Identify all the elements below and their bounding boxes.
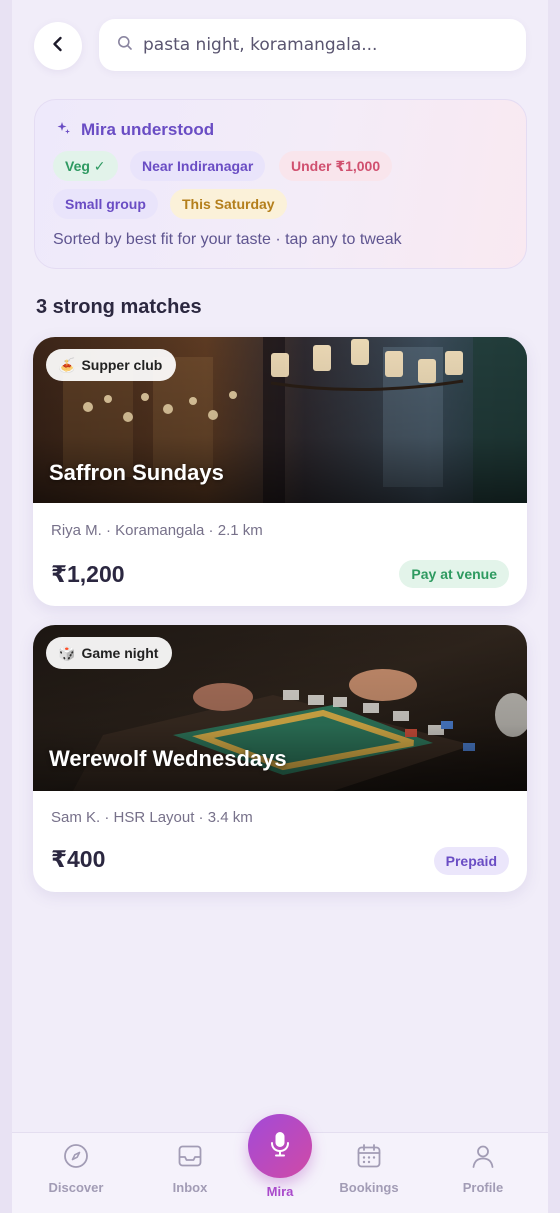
screen: pasta night, koramangala... Mira underst… (12, 0, 548, 1213)
compass-icon (63, 1143, 89, 1174)
chip-budget[interactable]: Under ₹1,000 (279, 151, 393, 181)
category-badge: 🎲 Game night (46, 637, 173, 669)
chip-location[interactable]: Near Indiranagar (130, 151, 266, 181)
nav-inbox[interactable]: Inbox (145, 1143, 235, 1195)
dice-icon: 🎲 (58, 644, 76, 661)
event-card[interactable]: 🍝 Supper club Saffron Sundays Riya M. · … (33, 337, 527, 606)
category-label: Supper club (81, 357, 163, 373)
event-price: ₹400 (51, 846, 106, 872)
user-icon (470, 1143, 496, 1174)
mira-understood-card: Mira understood Veg ✓ Near Indiranagar U… (34, 99, 527, 269)
nav-profile-label: Profile (462, 1180, 504, 1195)
mira-understood-header: Mira understood (57, 120, 214, 140)
event-price: ₹1,200 (51, 561, 125, 587)
search-value: pasta night, koramangala... (143, 35, 378, 55)
mira-subtitle: Sorted by best fit for your taste · tap … (53, 231, 402, 248)
search-icon (117, 35, 133, 56)
category-label: Game night (81, 645, 159, 661)
event-card[interactable]: 🎲 Game night Werewolf Wednesdays Sam K. … (33, 625, 527, 892)
nav-discover-label: Discover (48, 1180, 104, 1195)
event-meta: Sam K. · HSR Layout · 3.4 km (51, 809, 253, 826)
chip-group-size[interactable]: Small group (53, 189, 158, 219)
chevron-left-icon (49, 35, 67, 58)
mira-voice-button[interactable] (248, 1114, 312, 1178)
event-title: Werewolf Wednesdays (49, 746, 287, 771)
payment-badge: Prepaid (433, 847, 509, 875)
nav-discover[interactable]: Discover (31, 1143, 121, 1195)
nav-profile[interactable]: Profile (438, 1143, 528, 1195)
inbox-icon (177, 1143, 203, 1174)
back-button[interactable] (34, 22, 82, 70)
pasta-icon: 🍝 (58, 356, 76, 373)
nav-bookings-label: Bookings (339, 1180, 399, 1195)
category-badge: 🍝 Supper club (46, 349, 177, 381)
event-meta: Riya M. · Koramangala · 2.1 km (51, 522, 263, 539)
chip-veg[interactable]: Veg ✓ (53, 151, 118, 181)
chip-date[interactable]: This Saturday (170, 189, 287, 219)
sparkle-icon (57, 121, 71, 140)
mira-understood-title: Mira understood (81, 120, 215, 139)
payment-badge: Pay at venue (399, 560, 509, 588)
nav-inbox-label: Inbox (172, 1180, 208, 1195)
search-input[interactable]: pasta night, koramangala... (99, 19, 526, 71)
microphone-icon (268, 1130, 292, 1163)
calendar-icon (356, 1143, 382, 1174)
results-title: 3 strong matches (36, 296, 202, 318)
nav-bookings[interactable]: Bookings (324, 1143, 414, 1195)
nav-mira-label: Mira (266, 1184, 294, 1199)
event-title: Saffron Sundays (49, 460, 224, 485)
